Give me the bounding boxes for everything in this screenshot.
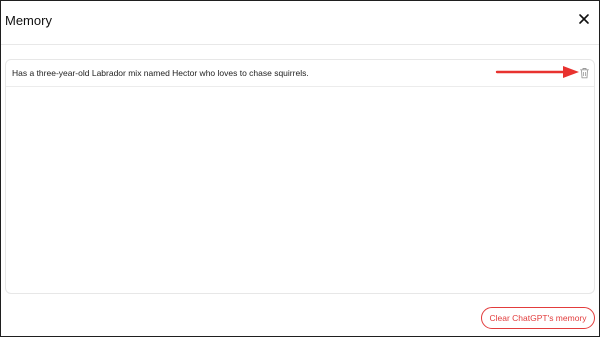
clear-memory-button[interactable]: Clear ChatGPT's memory bbox=[481, 307, 595, 329]
memory-list: Has a three-year-old Labrador mix named … bbox=[5, 59, 595, 294]
dialog-title: Memory bbox=[5, 13, 52, 28]
memory-item-text: Has a three-year-old Labrador mix named … bbox=[12, 68, 309, 78]
dialog-header: Memory bbox=[1, 1, 599, 45]
close-icon[interactable] bbox=[577, 12, 591, 26]
memory-dialog: Memory Has a three-year-old Labrador mix… bbox=[0, 0, 600, 337]
trash-icon[interactable] bbox=[579, 67, 590, 79]
arrow-right-icon bbox=[495, 66, 579, 78]
